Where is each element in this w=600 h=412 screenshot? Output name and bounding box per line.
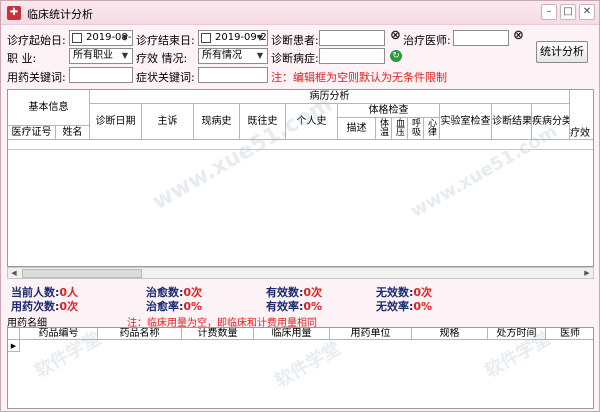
stat-label: 用药次数: bbox=[11, 300, 60, 313]
calendar-checkbox-icon[interactable] bbox=[201, 33, 211, 43]
column-drug-name[interactable]: 药品名称 bbox=[98, 328, 182, 340]
drug-keyword-input[interactable] bbox=[69, 67, 133, 83]
minimize-button[interactable]: – bbox=[541, 4, 557, 20]
patient-input[interactable] bbox=[319, 30, 385, 46]
chevron-down-icon[interactable]: ▼ bbox=[119, 50, 131, 62]
column-lab[interactable]: 实验室检查 bbox=[440, 104, 492, 140]
patient-label: 诊断患者: bbox=[271, 34, 319, 47]
app-logo-icon: ✚ bbox=[7, 6, 21, 20]
start-date-field[interactable]: 2019-08-30 ▼ bbox=[69, 30, 133, 46]
close-button[interactable]: ✕ bbox=[579, 4, 595, 20]
end-date-label: 诊疗结束日: bbox=[136, 34, 195, 47]
header-group-basic: 基本信息 bbox=[8, 90, 90, 126]
stat-value: 0次 bbox=[59, 300, 79, 313]
start-date-label: 诊疗起始日: bbox=[7, 34, 66, 47]
row-pointer-icon: ▶ bbox=[8, 340, 20, 352]
stat-value: 0% bbox=[303, 300, 323, 313]
stat-drug-times: 用药次数:0次 bbox=[11, 298, 78, 314]
column-diag-date[interactable]: 诊断日期 bbox=[90, 104, 142, 140]
column-bp-label: 血压 bbox=[394, 118, 404, 136]
efficacy-select-value: 所有情况 bbox=[202, 50, 242, 61]
scrollbar-thumb[interactable] bbox=[22, 269, 142, 278]
end-date-field[interactable]: 2019-09-29 ▼ bbox=[198, 30, 268, 46]
column-drug-unit[interactable]: 用药单位 bbox=[330, 328, 412, 340]
symptom-keyword-input[interactable] bbox=[198, 67, 268, 83]
column-temp[interactable]: 体温 bbox=[376, 118, 392, 140]
stat-value: 0% bbox=[183, 300, 203, 313]
filter-note: 注：编辑框为空则默认为无条件限制 bbox=[271, 71, 447, 84]
stat-value: 0% bbox=[413, 300, 433, 313]
doctor-input[interactable] bbox=[453, 30, 509, 46]
column-complaint[interactable]: 主诉 bbox=[142, 104, 194, 140]
column-bp[interactable]: 血压 bbox=[392, 118, 408, 140]
refresh-icon[interactable]: ↻ bbox=[390, 50, 402, 62]
scroll-left-icon[interactable]: ◀ bbox=[8, 268, 20, 278]
disease-input[interactable] bbox=[319, 48, 385, 64]
horizontal-scrollbar[interactable]: ◀ ▶ bbox=[7, 267, 594, 279]
job-label: 职 业: bbox=[7, 52, 37, 65]
efficacy-label: 疗效 情况: bbox=[136, 52, 188, 65]
stat-label: 有效率: bbox=[266, 300, 304, 313]
column-heart-label: 心律 bbox=[426, 118, 436, 136]
stat-effective-rate: 有效率:0% bbox=[266, 298, 322, 314]
column-efficacy[interactable]: 疗效 bbox=[570, 90, 593, 140]
doctor-label: 治疗医师: bbox=[403, 34, 451, 47]
binoculars-search-icon[interactable]: ⊗ bbox=[390, 28, 401, 43]
symptom-keyword-label: 症状关键词: bbox=[136, 71, 195, 84]
chevron-down-icon[interactable]: ▼ bbox=[254, 32, 266, 44]
binoculars-search-icon[interactable]: ⊗ bbox=[513, 28, 524, 43]
column-present-history[interactable]: 现病史 bbox=[194, 104, 240, 140]
drug-keyword-label: 用药关键词: bbox=[7, 71, 66, 84]
chevron-down-icon[interactable]: ▼ bbox=[119, 32, 131, 44]
column-clinical-dose[interactable]: 临床用量 bbox=[254, 328, 330, 340]
column-breath-label: 呼吸 bbox=[410, 118, 420, 136]
analyze-button[interactable]: 统计分析 bbox=[536, 41, 588, 63]
main-window: ✚ 临床统计分析 – □ ✕ 诊疗起始日: 2019-08-30 ▼ 诊疗结束日… bbox=[0, 0, 600, 412]
scroll-right-icon[interactable]: ▶ bbox=[581, 268, 593, 278]
job-select-value: 所有职业 bbox=[73, 50, 113, 61]
stat-label: 无效率: bbox=[376, 300, 414, 313]
stat-ineffective-rate: 无效率:0% bbox=[376, 298, 432, 314]
column-billing-qty[interactable]: 计费数量 bbox=[182, 328, 254, 340]
column-card-no[interactable]: 医疗证号 bbox=[8, 126, 56, 140]
column-temp-label: 体温 bbox=[378, 118, 388, 136]
row-header-corner bbox=[8, 328, 20, 340]
efficacy-select[interactable]: 所有情况 ▼ bbox=[198, 48, 268, 64]
header-group-exam: 体格检查 bbox=[338, 104, 440, 118]
stat-label: 治愈率: bbox=[146, 300, 184, 313]
title-bar: ✚ 临床统计分析 – □ ✕ bbox=[1, 1, 599, 25]
maximize-button[interactable]: □ bbox=[560, 4, 576, 20]
column-spec[interactable]: 规格 bbox=[412, 328, 488, 340]
disease-label: 诊断病症: bbox=[271, 52, 319, 65]
job-select[interactable]: 所有职业 ▼ bbox=[69, 48, 133, 64]
column-heart[interactable]: 心律 bbox=[424, 118, 440, 140]
column-describe[interactable]: 描述 bbox=[338, 118, 376, 140]
column-name[interactable]: 姓名 bbox=[56, 126, 90, 140]
chevron-down-icon[interactable]: ▼ bbox=[254, 50, 266, 62]
stat-cure-rate: 治愈率:0% bbox=[146, 298, 202, 314]
window-title: 临床统计分析 bbox=[27, 8, 93, 21]
column-breath[interactable]: 呼吸 bbox=[408, 118, 424, 140]
calendar-checkbox-icon[interactable] bbox=[72, 33, 82, 43]
column-doctor[interactable]: 医师 bbox=[546, 328, 593, 340]
